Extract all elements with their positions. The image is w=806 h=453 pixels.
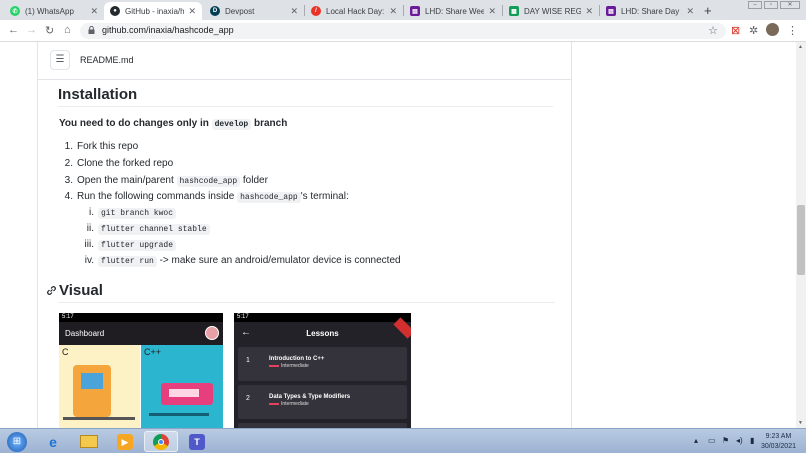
list-item: iii. flutter upgrade bbox=[80, 239, 177, 251]
avatar[interactable] bbox=[766, 23, 779, 36]
cpp-course-card[interactable]: C++ bbox=[141, 345, 223, 428]
status-bar: 5:17 bbox=[59, 313, 223, 322]
back-icon[interactable]: ← bbox=[8, 24, 19, 36]
internet-explorer-icon[interactable]: e bbox=[36, 431, 70, 452]
develop-code: develop bbox=[211, 119, 252, 130]
more-menu-icon[interactable]: ⋮ bbox=[787, 24, 798, 37]
power-icon[interactable]: ▮ bbox=[750, 436, 754, 445]
network-icon[interactable]: ▭ bbox=[708, 436, 716, 445]
status-bar: 5:17 bbox=[234, 313, 411, 322]
dashboard-screenshot: 5:17 Dashboard C C++ bbox=[59, 313, 223, 428]
extension-icon[interactable]: ⊠ bbox=[731, 24, 740, 37]
close-icon[interactable]: ✕ bbox=[585, 6, 593, 17]
close-icon[interactable]: ✕ bbox=[686, 6, 694, 17]
avatar[interactable] bbox=[205, 326, 219, 340]
close-icon[interactable]: ✕ bbox=[188, 6, 196, 17]
c-course-card[interactable]: C bbox=[59, 345, 140, 428]
list-item: 1. Fork this repo bbox=[64, 141, 139, 152]
start-button[interactable]: ⊞ bbox=[2, 431, 32, 452]
tab-whatsapp[interactable]: ✆ (1) WhatsApp ✕ bbox=[4, 2, 104, 20]
media-player-icon[interactable]: ▶ bbox=[108, 431, 142, 452]
tab-lhd-day2[interactable]: ▤ LHD: Share Day 2 C ✕ bbox=[600, 2, 700, 20]
new-tab-button[interactable]: + bbox=[704, 3, 712, 18]
close-icon[interactable]: ✕ bbox=[90, 6, 98, 17]
windows-logo-icon: ⊞ bbox=[7, 431, 27, 452]
tab-devpost[interactable]: D Devpost ✕ bbox=[204, 2, 304, 20]
list-icon[interactable]: ☰ bbox=[50, 50, 70, 70]
close-window-button[interactable]: ✕ bbox=[780, 1, 800, 9]
lhd-tab-icon: ▤ bbox=[606, 6, 616, 16]
close-icon[interactable]: ✕ bbox=[488, 6, 496, 17]
show-hidden-icons-icon[interactable]: ▴ bbox=[694, 436, 698, 445]
bookmark-star-icon[interactable]: ☆ bbox=[708, 24, 718, 37]
installation-heading: Installation bbox=[58, 86, 138, 103]
list-item: 3. Open the main/parent hashcode_app fold… bbox=[64, 175, 268, 187]
list-item: iv. flutter run -> make sure an android/e… bbox=[84, 255, 401, 267]
windows-taskbar: ⊞ e ▶ T ▴ ▭ ⚑ ◂) ▮ 9:23 AM 30/03/2021 bbox=[0, 428, 806, 453]
anchor-link-icon[interactable] bbox=[46, 285, 57, 296]
devpost-icon: D bbox=[210, 6, 220, 16]
list-item: ii. flutter channel stable bbox=[80, 223, 210, 235]
lesson-item[interactable]: 2 Data Types & Type Modifiers Intermedia… bbox=[238, 385, 407, 419]
branch-note: You need to do changes only in develop b… bbox=[59, 118, 288, 130]
dashboard-appbar: Dashboard bbox=[59, 322, 223, 345]
page-content: ☰ README.md Installation You need to do … bbox=[0, 42, 796, 428]
tab-lhd-weekly[interactable]: ▤ LHD: Share Weekly ✕ bbox=[404, 2, 502, 20]
reload-icon[interactable]: ↻ bbox=[45, 24, 54, 37]
list-item: 4. Run the following commands inside hash… bbox=[64, 191, 349, 203]
close-icon[interactable]: ✕ bbox=[389, 6, 397, 17]
github-icon: ● bbox=[110, 6, 120, 16]
tab-day-wise-register[interactable]: ▦ DAY WISE REGISTER ✕ bbox=[503, 2, 599, 20]
system-clock[interactable]: 9:23 AM 30/03/2021 bbox=[761, 432, 796, 452]
tab-strip: ✆ (1) WhatsApp ✕ ● GitHub - inaxia/hashc… bbox=[0, 0, 806, 20]
address-bar[interactable]: github.com/inaxia/hashcode_app ☆ bbox=[80, 23, 726, 39]
readme-filename: README.md bbox=[80, 55, 134, 65]
lock-icon bbox=[88, 26, 95, 34]
lhd-tab-icon: ▤ bbox=[410, 6, 420, 16]
minimize-button[interactable]: – bbox=[748, 1, 762, 9]
list-item: i. git branch kwoc bbox=[80, 207, 177, 219]
lessons-appbar: ← Lessons bbox=[234, 317, 411, 345]
file-explorer-icon[interactable] bbox=[72, 431, 106, 452]
puzzle-icon[interactable]: ✲ bbox=[749, 24, 758, 37]
action-center-icon[interactable]: ⚑ bbox=[722, 436, 729, 445]
scrollbar-thumb[interactable] bbox=[797, 205, 805, 275]
forward-icon[interactable]: → bbox=[26, 24, 37, 36]
chrome-icon[interactable] bbox=[144, 431, 178, 452]
sheets-icon: ▦ bbox=[509, 6, 519, 16]
volume-icon[interactable]: ◂) bbox=[736, 436, 743, 445]
maximize-button[interactable]: ▫ bbox=[764, 1, 778, 9]
lhd-icon: / bbox=[311, 6, 321, 16]
page-scrollbar[interactable]: ▲ ▼ bbox=[796, 42, 806, 428]
list-item: 2. Clone the forked repo bbox=[64, 158, 174, 169]
close-icon[interactable]: ✕ bbox=[290, 6, 298, 17]
home-icon[interactable]: ⌂ bbox=[64, 24, 71, 36]
visual-heading: Visual bbox=[59, 282, 103, 299]
tab-github[interactable]: ● GitHub - inaxia/hashcode_app ✕ bbox=[104, 2, 202, 20]
readme-header: ☰ README.md bbox=[37, 42, 572, 80]
tab-local-hack-day[interactable]: / Local Hack Day: Share ✕ bbox=[305, 2, 403, 20]
browser-toolbar: ← → ↻ ⌂ github.com/inaxia/hashcode_app ☆… bbox=[0, 20, 806, 42]
teams-icon[interactable]: T bbox=[180, 431, 214, 452]
whatsapp-icon: ✆ bbox=[10, 6, 20, 16]
lessons-screenshot: 5:17 ← Lessons 1 Introduction to C++ Int… bbox=[234, 313, 411, 428]
lesson-item[interactable]: 1 Introduction to C++ Intermediate bbox=[238, 347, 407, 381]
